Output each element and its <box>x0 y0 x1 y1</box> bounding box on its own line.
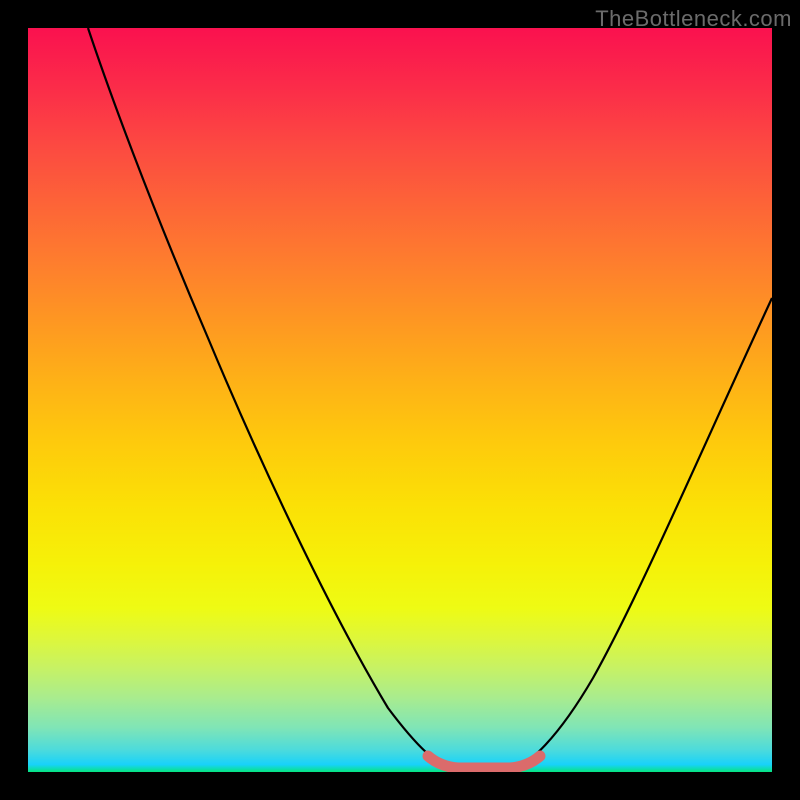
watermark-text: TheBottleneck.com <box>595 6 792 32</box>
bottleneck-line <box>88 28 772 768</box>
chart-frame <box>28 28 772 772</box>
highlight-segment <box>428 756 540 768</box>
chart-curve <box>28 28 772 772</box>
